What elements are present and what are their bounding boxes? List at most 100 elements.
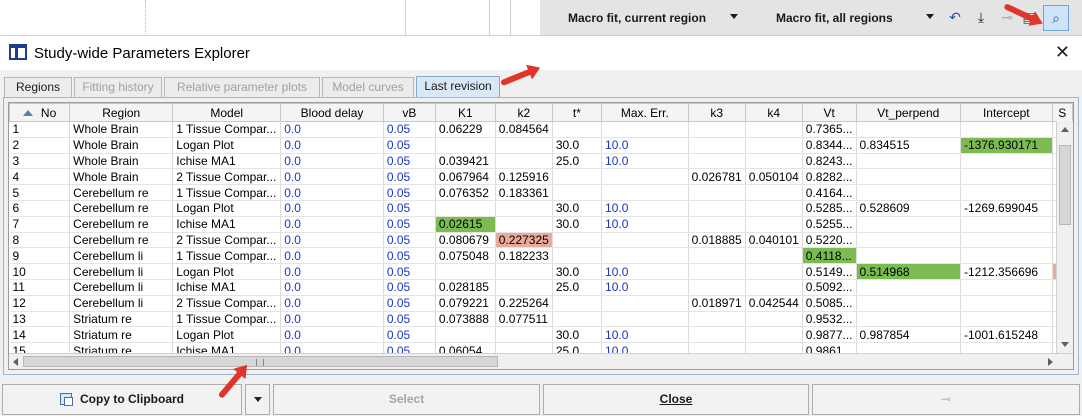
macro-all-dropdown-icon[interactable] <box>926 14 934 19</box>
select-button[interactable]: Select <box>273 384 540 415</box>
key-button[interactable]: ⊸ <box>812 384 1080 415</box>
column-header[interactable]: Model <box>172 103 282 122</box>
column-header[interactable]: Blood delay <box>280 103 384 122</box>
tab-last-revision[interactable]: Last revision <box>416 76 500 98</box>
table-cell: 0.0 <box>280 137 384 154</box>
table-cell: 0.5085... <box>802 295 857 312</box>
table-cell: 30.0 <box>552 137 603 154</box>
table-cell: 0.182233 <box>495 247 553 265</box>
table-cell <box>495 326 553 344</box>
table-cell: Logan Plot <box>172 263 282 280</box>
column-header-label: S <box>1058 105 1067 120</box>
download-icon[interactable]: ⤓ <box>972 8 990 26</box>
table-row[interactable]: 3 Whole Brain Ichise MA1 0.0 0.05 0.039421 25.… <box>9 153 1073 170</box>
macro-fit-all-button[interactable]: Macro fit, all regions <box>776 11 893 25</box>
scroll-up-icon[interactable] <box>1061 127 1069 132</box>
table-row[interactable]: 7 Cerebellum re Ichise MA1 0.0 0.05 0.02615 30… <box>9 216 1073 233</box>
table-row[interactable]: 4 Whole Brain 2 Tissue Compar... 0.0 0.05 0.0… <box>9 168 1073 186</box>
scroll-right-icon[interactable] <box>1048 358 1053 366</box>
column-header[interactable]: k4 <box>744 103 803 122</box>
column-header-label: Vt_perpend <box>877 105 940 120</box>
scroll-down-icon[interactable] <box>1061 342 1069 347</box>
table-cell <box>960 153 1053 170</box>
tab-regions[interactable]: Regions <box>4 77 72 97</box>
table-cell: Logan Plot <box>172 200 282 217</box>
column-header-label: Blood delay <box>300 105 364 120</box>
table-cell: Ichise MA1 <box>172 153 282 170</box>
table-row[interactable]: 8 Cerebellum re 2 Tissue Compar... 0.0 0.05 0… <box>9 232 1073 249</box>
tab-model-curves[interactable]: Model curves <box>322 77 414 97</box>
table-cell <box>960 184 1053 201</box>
table-cell: 0.0 <box>280 168 384 186</box>
table-cell <box>745 153 803 170</box>
table-row[interactable]: 13 Striatum re 1 Tissue Compar... 0.0 0.05 0.… <box>9 311 1073 328</box>
table-cell: 4 <box>9 168 71 186</box>
table-cell: 0.05 <box>383 232 436 249</box>
horizontal-scrollbar[interactable] <box>9 353 1073 369</box>
column-header[interactable]: K1 <box>434 103 496 122</box>
table-row[interactable]: 2 Whole Brain Logan Plot 0.0 0.05 30.0 10.0 0.8… <box>9 137 1073 154</box>
table-cell <box>495 200 553 217</box>
table-cell: 10.0 <box>601 263 689 280</box>
table-cell: 0.227325 <box>495 232 553 249</box>
table-cell: 0.7365... <box>802 121 857 138</box>
table-row[interactable]: 12 Cerebellum li 2 Tissue Compar... 0.0 0.05… <box>9 295 1073 312</box>
column-header[interactable]: Vt_perpend <box>855 103 962 122</box>
parameters-explorer-dialog: Study-wide Parameters Explorer ✕ Regions… <box>0 35 1082 416</box>
column-header[interactable]: Region <box>69 103 174 122</box>
table-row[interactable]: 5 Cerebellum re 1 Tissue Compar... 0.0 0.05 0… <box>9 184 1073 201</box>
table-row[interactable]: 10 Cerebellum li Logan Plot 0.0 0.05 30.0 10.0… <box>9 263 1073 280</box>
table-row[interactable]: 9 Cerebellum li 1 Tissue Compar... 0.0 0.05 0… <box>9 247 1073 265</box>
column-header[interactable]: k2 <box>494 103 553 122</box>
table-cell: 0.039421 <box>435 153 496 170</box>
column-header[interactable]: Max. Err. <box>601 103 689 122</box>
table-cell: 0.5092... <box>802 279 857 296</box>
column-header[interactable]: No <box>9 103 71 122</box>
table-cell <box>552 168 603 186</box>
scroll-thumb[interactable] <box>1059 145 1071 225</box>
column-header[interactable]: k3 <box>687 103 746 122</box>
table-cell: 0.8282... <box>802 168 857 186</box>
tab-relative-parameter-plots[interactable]: Relative parameter plots <box>164 77 320 97</box>
table-cell: 0.5255... <box>802 216 857 233</box>
table-row[interactable]: 1 Whole Brain 1 Tissue Compar... 0.0 0.05 0.0… <box>9 121 1073 138</box>
close-button[interactable]: Close <box>543 384 809 415</box>
vertical-scrollbar[interactable] <box>1056 121 1073 353</box>
tab-fitting-history[interactable]: Fitting history <box>74 77 162 97</box>
table-cell: Striatum re <box>69 326 174 344</box>
table-cell: 7 <box>9 216 71 233</box>
top-left-panel <box>0 0 490 36</box>
table-cell <box>495 279 553 296</box>
column-header[interactable]: S <box>1051 103 1073 122</box>
close-icon[interactable]: ✕ <box>1055 42 1070 63</box>
copy-options-dropdown[interactable] <box>245 384 270 415</box>
table-cell <box>601 184 689 201</box>
table-cell: 0.084564 <box>495 121 553 138</box>
table-cell: 0.02615 <box>435 216 496 233</box>
column-header[interactable]: t* <box>551 103 603 122</box>
scroll-thumb[interactable] <box>23 356 498 367</box>
macro-fit-current-button[interactable]: Macro fit, current region <box>568 11 706 25</box>
column-header[interactable]: Intercept <box>960 103 1053 122</box>
copy-to-clipboard-button[interactable]: Copy to Clipboard <box>2 384 242 415</box>
table-cell <box>745 200 803 217</box>
table-cell: 1 Tissue Compar... <box>172 121 282 138</box>
table-cell <box>856 216 962 233</box>
column-header[interactable]: Vt <box>801 103 857 122</box>
scroll-left-icon[interactable] <box>13 358 18 366</box>
undo-icon[interactable]: ↶ <box>946 8 964 26</box>
table-row[interactable]: 6 Cerebellum re Logan Plot 0.0 0.05 30.0 10.0 0… <box>9 200 1073 217</box>
table-cell <box>688 184 746 201</box>
column-header-label: t* <box>572 105 581 120</box>
column-header[interactable]: vB <box>382 103 436 122</box>
table-cell <box>745 216 803 233</box>
select-label: Select <box>388 392 425 406</box>
macro-current-dropdown-icon[interactable] <box>730 14 738 19</box>
table-cell: 25.0 <box>552 153 603 170</box>
clipboard-icon <box>60 393 73 406</box>
table-row[interactable]: 11 Cerebellum li Ichise MA1 0.0 0.05 0.028185… <box>9 279 1073 296</box>
explorer-icon[interactable]: ⌕ <box>1043 5 1069 31</box>
table-row[interactable]: 14 Striatum re Logan Plot 0.0 0.05 30.0 10.0 0.… <box>9 326 1073 344</box>
table-cell: 30.0 <box>552 200 603 217</box>
table-cell: 0.125916 <box>495 168 553 186</box>
